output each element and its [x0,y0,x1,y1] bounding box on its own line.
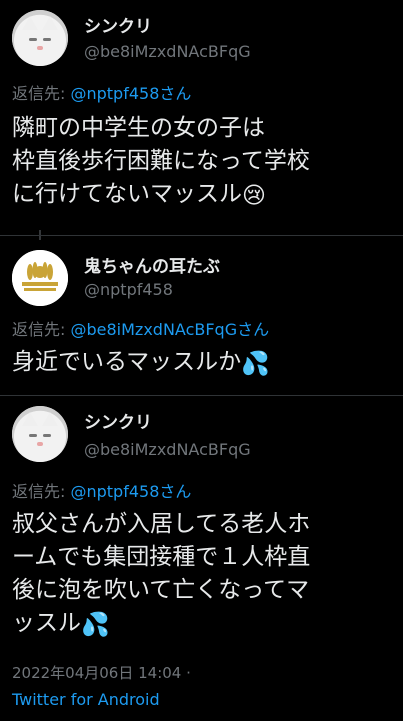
text-line: 身近でいるマッスルか💦 [12,346,397,381]
tweet-text: 隣町の中学生の女の子は 枠直後歩行困難になって学校 に行けてないマッスル😢 [12,112,397,213]
tweet-1[interactable]: シンクリ @be8iMzxdNAcBFqG 返信先: @nptpf458さん 隣… [0,0,403,236]
tweet-2[interactable]: 鬼ちゃんの耳たぶ @nptpf458 返信先: @be8iMzxdNAcBFqG… [0,236,403,396]
reply-to-link[interactable]: @nptpf458さん [70,84,191,103]
reply-context: 返信先: @be8iMzxdNAcBFqGさん [12,316,269,340]
timestamp[interactable]: 2022年04月06日 14:04 · [12,662,191,683]
text-line: 叔父さんが入居してる老人ホ [12,511,311,537]
text-line: ームでも集団接種で１人枠直 [12,544,311,570]
sweat-droplets-emoji: 💦 [241,351,270,377]
text-line: に行けてないマッスル😢 [12,178,397,213]
display-name[interactable]: シンクリ [84,12,152,37]
text-line: ッスル💦 [12,607,397,642]
crest-logo-avatar[interactable] [12,250,68,306]
reply-to-link[interactable]: @be8iMzxdNAcBFqGさん [70,320,269,339]
reply-to-link[interactable]: @nptpf458さん [70,482,191,501]
user-handle[interactable]: @nptpf458 [84,280,173,299]
reply-label: 返信先: [12,320,71,339]
cat-avatar[interactable] [12,406,68,462]
user-handle[interactable]: @be8iMzxdNAcBFqG [84,440,251,459]
reply-context: 返信先: @nptpf458さん [12,478,191,502]
tweet-text: 身近でいるマッスルか💦 [12,346,397,381]
text-line: 後に泡を吹いて亡くなってマ [12,577,310,603]
display-name[interactable]: シンクリ [84,408,152,433]
reply-label: 返信先: [12,84,71,103]
reply-label: 返信先: [12,482,71,501]
source-link[interactable]: Twitter for Android [12,690,160,709]
text-line: 隣町の中学生の女の子は [12,115,265,141]
crying-face-emoji: 😢 [242,183,266,209]
tweet-3[interactable]: シンクリ @be8iMzxdNAcBFqG 返信先: @nptpf458さん 叔… [0,396,403,721]
user-handle[interactable]: @be8iMzxdNAcBFqG [84,42,251,61]
text-line: 枠直後歩行困難になって学校 [12,148,310,174]
tweet-text: 叔父さんが入居してる老人ホ ームでも集団接種で１人枠直 後に泡を吹いて亡くなって… [12,508,397,642]
sweat-droplets-emoji: 💦 [81,612,110,638]
cat-avatar[interactable] [12,10,68,66]
reply-context: 返信先: @nptpf458さん [12,80,191,104]
display-name[interactable]: 鬼ちゃんの耳たぶ [84,252,220,277]
